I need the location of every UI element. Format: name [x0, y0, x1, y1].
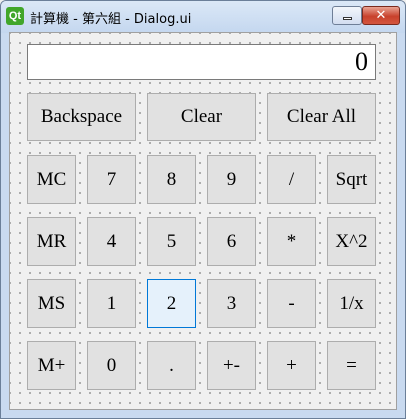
memory-clear-button[interactable]: MC: [27, 155, 76, 204]
clear-button[interactable]: Clear: [147, 93, 256, 141]
multiply-button[interactable]: *: [267, 217, 316, 266]
qt-app-icon: Qt: [6, 7, 24, 25]
digit-6-button[interactable]: 6: [207, 217, 256, 266]
minus-button[interactable]: -: [267, 279, 316, 328]
close-button[interactable]: ✕: [362, 6, 400, 25]
clear-all-button[interactable]: Clear All: [267, 93, 376, 141]
divide-button[interactable]: /: [267, 155, 316, 204]
sqrt-button[interactable]: Sqrt: [327, 155, 376, 204]
decimal-point-button[interactable]: .: [147, 341, 196, 390]
digit-5-button[interactable]: 5: [147, 217, 196, 266]
memory-recall-button[interactable]: MR: [27, 217, 76, 266]
backspace-button[interactable]: Backspace: [27, 93, 136, 141]
digit-8-button[interactable]: 8: [147, 155, 196, 204]
digit-7-button[interactable]: 7: [87, 155, 136, 204]
plus-button[interactable]: +: [267, 341, 316, 390]
sign-toggle-button[interactable]: +-: [207, 341, 256, 390]
digit-4-button[interactable]: 4: [87, 217, 136, 266]
digit-1-button[interactable]: 1: [87, 279, 136, 328]
reciprocal-button[interactable]: 1/x: [327, 279, 376, 328]
digit-2-button[interactable]: 2: [147, 279, 196, 328]
window-title: 計算機 - 第六組 - Dialog.ui: [30, 12, 192, 27]
memory-store-button[interactable]: MS: [27, 279, 76, 328]
calculator-display[interactable]: 0: [27, 44, 376, 80]
minimize-button[interactable]: [332, 6, 362, 25]
square-button[interactable]: X^2: [327, 217, 376, 266]
digit-3-button[interactable]: 3: [207, 279, 256, 328]
digit-9-button[interactable]: 9: [207, 155, 256, 204]
title-bar[interactable]: Qt 計算機 - 第六組 - Dialog.ui ✕: [1, 1, 405, 33]
digit-0-button[interactable]: 0: [87, 341, 136, 390]
memory-add-button[interactable]: M+: [27, 341, 76, 390]
equals-button[interactable]: =: [327, 341, 376, 390]
